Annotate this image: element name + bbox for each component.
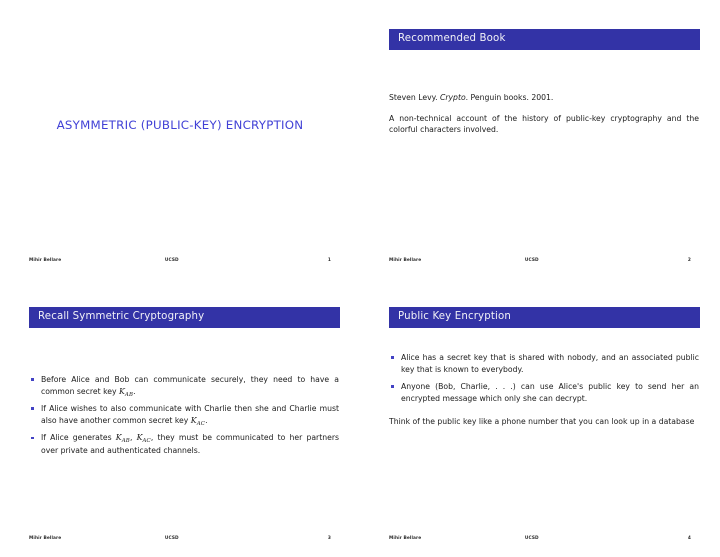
slide-public-key-encryption: Public Key Encryption Alice has a secret… [360,278,720,556]
footer-author: Mihir Bellare [389,257,422,263]
slide-recall-symmetric-cryptography: Recall Symmetric Cryptography Before Ali… [0,278,360,556]
slide-title: ASYMMETRIC (PUBLIC-KEY) ENCRYPTION Mihir… [0,0,360,278]
bullet-list: Alice has a secret key that is shared wi… [389,352,699,405]
bullet-list: Before Alice and Bob can communicate sec… [29,374,339,457]
book-citation-pre: Steven Levy. [389,93,440,102]
footer-author: Mihir Bellare [29,535,62,541]
footer-institution: UCSD [164,257,179,263]
footer-page-number: 3 [327,535,331,541]
frame-title-bar: Recall Symmetric Cryptography [29,307,340,328]
list-item: Anyone (Bob, Charlie, . . .) can use Ali… [389,381,699,405]
book-citation: Steven Levy. Crypto. Penguin books. 2001… [389,92,699,104]
closing-note: Think of the public key like a phone num… [389,416,695,426]
footer-author: Mihir Bellare [29,257,62,263]
footer-institution: UCSD [524,535,539,541]
footer-author: Mihir Bellare [389,535,422,541]
footer-page-number: 1 [327,257,331,263]
list-item: Alice has a secret key that is shared wi… [389,352,699,376]
book-citation-post: . Penguin books. 2001. [465,93,554,102]
frame-title-bar: Public Key Encryption [389,307,700,328]
footer-page-number: 2 [687,257,691,263]
slide-footer: Mihir Bellare UCSD 2 [389,256,691,264]
slide-footer: Mihir Bellare UCSD 1 [29,256,331,264]
frame-body: Alice has a secret key that is shared wi… [389,352,699,436]
frame-title: Recommended Book [398,33,506,45]
math-symbol: KAC [136,433,151,444]
footer-page-number: 4 [687,535,691,541]
math-symbol: KAB [115,433,130,444]
book-description: A non-technical account of the history o… [389,113,699,135]
slide-footer: Mihir Bellare UCSD 3 [29,534,331,542]
math-symbol: KAC [190,416,206,427]
frame-title-bar: Recommended Book [389,29,700,50]
book-title-italic: Crypto [439,93,466,102]
list-item: If Alice generates KAB, KAC, they must b… [29,432,339,456]
frame-title: Public Key Encryption [398,311,511,323]
slide-recommended-book: Recommended Book Steven Levy. Crypto. Pe… [360,0,720,278]
math-symbol: KAB [118,386,134,398]
frame-title: Recall Symmetric Cryptography [38,311,205,323]
footer-institution: UCSD [164,535,179,541]
frame-body: Steven Levy. Crypto. Penguin books. 2001… [389,92,699,145]
list-item: If Alice wishes to also communicate with… [29,403,339,427]
page-title: ASYMMETRIC (PUBLIC-KEY) ENCRYPTION [56,118,304,132]
list-item: Before Alice and Bob can communicate sec… [29,374,339,398]
footer-institution: UCSD [524,257,539,263]
slide-footer: Mihir Bellare UCSD 4 [389,534,691,542]
frame-body: Before Alice and Bob can communicate sec… [29,374,339,462]
